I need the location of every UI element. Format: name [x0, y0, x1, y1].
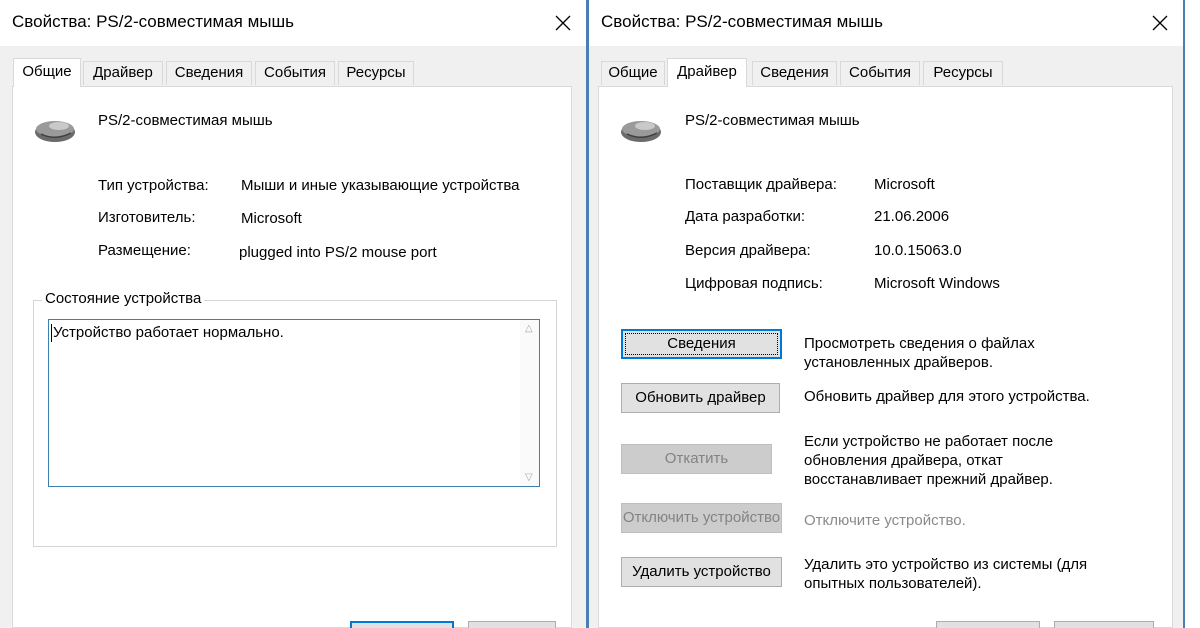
- digital-signer-label: Цифровая подпись:: [685, 275, 823, 292]
- roll-back-driver-description: Если устройство не работает после обновл…: [804, 433, 1054, 488]
- device-type-label: Тип устройства:: [98, 177, 209, 194]
- tab-strip: Общие Драйвер Сведения События Ресурсы: [589, 58, 1183, 87]
- tab-general[interactable]: Общие: [601, 61, 665, 85]
- uninstall-device-button[interactable]: Удалить устройство: [621, 557, 782, 587]
- device-status-label: Состояние устройства: [42, 290, 205, 307]
- cancel-button[interactable]: [468, 621, 556, 628]
- device-type-value: Мыши и иные указывающие устройства: [241, 177, 520, 194]
- tab-resources[interactable]: Ресурсы: [923, 61, 1003, 85]
- close-icon: [1152, 15, 1168, 31]
- roll-back-driver-button[interactable]: Откатить: [621, 444, 772, 474]
- tab-details[interactable]: Сведения: [752, 61, 837, 85]
- manufacturer-label: Изготовитель:: [98, 209, 196, 226]
- close-icon: [555, 15, 571, 31]
- driver-version-value: 10.0.15063.0: [874, 242, 962, 259]
- update-driver-button[interactable]: Обновить драйвер: [621, 383, 780, 413]
- driver-version-label: Версия драйвера:: [685, 242, 811, 259]
- tab-driver[interactable]: Драйвер: [667, 58, 747, 87]
- driver-details-description: Просмотреть сведения о файлах установлен…: [804, 335, 1035, 371]
- scroll-down-arrow-icon[interactable]: ▽: [525, 472, 533, 483]
- window-title: Свойства: PS/2-совместимая мышь: [601, 12, 883, 31]
- properties-dialog-general: Свойства: PS/2-совместимая мышь Общие Др…: [0, 0, 588, 628]
- device-name: PS/2-совместимая мышь: [685, 112, 860, 129]
- properties-dialog-driver: Свойства: PS/2-совместимая мышь Общие Др…: [588, 0, 1185, 628]
- digital-signer-value: Microsoft Windows: [874, 275, 1000, 292]
- close-button[interactable]: [1145, 8, 1175, 38]
- device-status-text: Устройство работает нормально.: [53, 324, 284, 341]
- tab-panel-general: PS/2-совместимая мышь Тип устройства: Мы…: [12, 86, 572, 628]
- cancel-button[interactable]: [1054, 621, 1154, 628]
- driver-provider-label: Поставщик драйвера:: [685, 176, 837, 193]
- text-caret: [51, 324, 52, 342]
- disable-device-description: Отключите устройство.: [804, 512, 966, 529]
- ok-button[interactable]: [350, 621, 454, 628]
- tab-panel-driver: PS/2-совместимая мышь Поставщик драйвера…: [598, 86, 1173, 628]
- window-title: Свойства: PS/2-совместимая мышь: [12, 12, 294, 31]
- title-bar: Свойства: PS/2-совместимая мышь: [0, 0, 586, 46]
- focus-rectangle: [625, 333, 778, 355]
- device-status-group: Состояние устройства Устройство работает…: [33, 290, 557, 547]
- location-label: Размещение:: [98, 242, 191, 259]
- ok-button[interactable]: [936, 621, 1040, 628]
- scroll-up-arrow-icon[interactable]: △: [525, 323, 533, 334]
- update-driver-description: Обновить драйвер для этого устройства.: [804, 388, 1090, 405]
- device-status-textbox[interactable]: Устройство работает нормально. △ ▽: [48, 319, 540, 487]
- driver-date-label: Дата разработки:: [685, 208, 806, 225]
- driver-details-button[interactable]: Сведения: [621, 329, 782, 359]
- tab-details[interactable]: Сведения: [166, 61, 252, 85]
- tab-general[interactable]: Общие: [13, 58, 81, 87]
- tab-resources[interactable]: Ресурсы: [338, 61, 414, 85]
- tab-events[interactable]: События: [840, 61, 920, 85]
- disable-device-button[interactable]: Отключить устройство: [621, 503, 782, 533]
- mouse-icon: [35, 121, 75, 142]
- driver-date-value: 21.06.2006: [874, 208, 950, 225]
- tab-strip: Общие Драйвер Сведения События Ресурсы: [0, 58, 586, 87]
- device-name: PS/2-совместимая мышь: [98, 112, 273, 129]
- uninstall-device-description: Удалить это устройство из системы (для о…: [804, 556, 1088, 592]
- title-bar: Свойства: PS/2-совместимая мышь: [589, 0, 1183, 46]
- tab-driver[interactable]: Драйвер: [83, 61, 163, 85]
- tab-events[interactable]: События: [255, 61, 335, 85]
- driver-provider-value: Microsoft: [874, 176, 935, 193]
- status-scrollbar[interactable]: △ ▽: [520, 320, 539, 486]
- close-button[interactable]: [548, 8, 578, 38]
- manufacturer-value: Microsoft: [241, 210, 302, 227]
- mouse-icon: [621, 121, 661, 142]
- location-value: plugged into PS/2 mouse port: [239, 244, 437, 261]
